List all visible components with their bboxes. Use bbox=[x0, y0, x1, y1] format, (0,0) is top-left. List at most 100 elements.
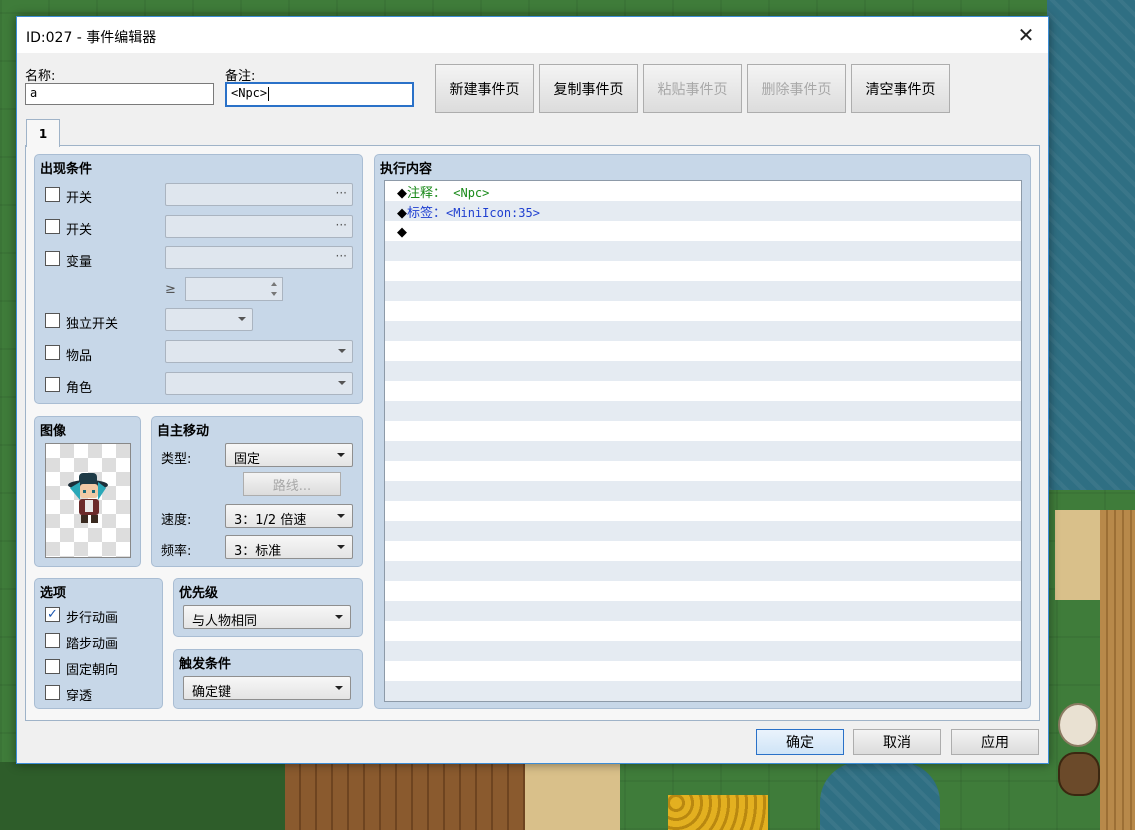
diamond-icon: ◆ bbox=[397, 225, 407, 240]
stepping-anim-checkbox[interactable] bbox=[45, 633, 60, 648]
movement-group: 自主移动 类型: 固定 路线... 速度: 3：1/2 倍速 频率: 3：标准 bbox=[151, 416, 363, 567]
priority-value: 与人物相同 bbox=[192, 614, 258, 629]
variable-checkbox[interactable] bbox=[45, 251, 60, 266]
check-icon: ✓ bbox=[47, 607, 58, 622]
stepping-anim-label: 踏步动画 bbox=[66, 637, 119, 652]
diamond-icon: ◆ bbox=[397, 206, 407, 221]
variable-field[interactable]: ··· bbox=[165, 246, 353, 269]
movement-type-label: 类型: bbox=[161, 452, 192, 467]
switch1-checkbox[interactable] bbox=[45, 187, 60, 202]
trigger-select[interactable]: 确定键 bbox=[183, 676, 351, 700]
ok-button[interactable]: 确定 bbox=[756, 729, 844, 755]
route-button[interactable]: 路线... bbox=[243, 472, 341, 496]
options-title: 选项 bbox=[40, 586, 67, 601]
speed-select[interactable]: 3：1/2 倍速 bbox=[225, 504, 353, 528]
priority-select[interactable]: 与人物相同 bbox=[183, 605, 351, 629]
switch2-field[interactable]: ··· bbox=[165, 215, 353, 238]
chevron-down-icon bbox=[338, 381, 346, 385]
paste-page-button[interactable]: 粘贴事件页 bbox=[643, 64, 742, 113]
name-input[interactable]: a bbox=[25, 83, 214, 105]
ge-symbol: ≥ bbox=[165, 282, 176, 297]
contents-title: 执行内容 bbox=[380, 162, 433, 177]
command-list[interactable]: ◆注释： <Npc> ◆标签：<MiniIcon:35> ◆ bbox=[384, 180, 1022, 702]
chevron-down-icon bbox=[337, 453, 345, 457]
options-group: 选项 ✓ 步行动画 踏步动画 固定朝向 穿透 bbox=[34, 578, 163, 709]
trigger-value: 确定键 bbox=[192, 685, 232, 700]
actor-checkbox[interactable] bbox=[45, 377, 60, 392]
ellipsis-icon: ··· bbox=[335, 249, 347, 263]
actor-label: 角色 bbox=[66, 381, 93, 396]
frequency-label: 频率: bbox=[161, 544, 192, 559]
actor-select[interactable] bbox=[165, 372, 353, 395]
ellipsis-icon: ··· bbox=[335, 186, 347, 200]
list-item[interactable]: ◆注释： <Npc> bbox=[397, 183, 489, 203]
chevron-down-icon bbox=[337, 545, 345, 549]
tab-page-1[interactable]: 1 bbox=[26, 119, 60, 147]
chevron-down-icon bbox=[338, 349, 346, 353]
movement-title: 自主移动 bbox=[157, 424, 210, 439]
diamond-icon: ◆ bbox=[397, 186, 407, 201]
command-name: 注释： bbox=[407, 186, 447, 201]
movement-type-select[interactable]: 固定 bbox=[225, 443, 353, 467]
window-title: ID:027 - 事件编辑器 bbox=[26, 30, 157, 46]
note-input[interactable]: <Npc> bbox=[225, 82, 414, 107]
map-sand bbox=[1055, 510, 1105, 600]
list-item[interactable]: ◆ bbox=[397, 222, 407, 242]
command-value: <Npc> bbox=[446, 186, 490, 200]
note-value: <Npc> bbox=[231, 86, 268, 100]
chevron-down-icon bbox=[238, 317, 246, 321]
direction-fix-label: 固定朝向 bbox=[66, 663, 119, 678]
map-hay bbox=[668, 795, 768, 830]
item-checkbox[interactable] bbox=[45, 345, 60, 360]
switch1-field[interactable]: ··· bbox=[165, 183, 353, 206]
through-checkbox[interactable] bbox=[45, 685, 60, 700]
conditions-title: 出现条件 bbox=[40, 162, 93, 177]
item-select[interactable] bbox=[165, 340, 353, 363]
image-group: 图像 bbox=[34, 416, 141, 567]
chevron-down-icon bbox=[335, 615, 343, 619]
walking-anim-checkbox[interactable]: ✓ bbox=[45, 607, 60, 622]
switch2-checkbox[interactable] bbox=[45, 219, 60, 234]
chevron-down-icon bbox=[337, 514, 345, 518]
command-name: 标签： bbox=[407, 206, 447, 221]
cancel-button[interactable]: 取消 bbox=[853, 729, 941, 755]
name-label: 名称: bbox=[25, 69, 56, 84]
apply-button[interactable]: 应用 bbox=[951, 729, 1039, 755]
frequency-value: 3：标准 bbox=[234, 544, 282, 559]
map-dark bbox=[0, 762, 285, 830]
text-caret bbox=[268, 86, 270, 101]
priority-title: 优先级 bbox=[179, 586, 219, 601]
close-icon: ✕ bbox=[1017, 23, 1035, 47]
self-switch-select[interactable] bbox=[165, 308, 253, 331]
speed-value: 3：1/2 倍速 bbox=[234, 513, 307, 528]
delete-page-button[interactable]: 删除事件页 bbox=[747, 64, 846, 113]
self-switch-label: 独立开关 bbox=[66, 317, 119, 332]
switch2-label: 开关 bbox=[66, 223, 93, 238]
map-water-bottom bbox=[820, 762, 940, 830]
movement-type-value: 固定 bbox=[234, 452, 261, 467]
priority-group: 优先级 与人物相同 bbox=[173, 578, 363, 637]
self-switch-checkbox[interactable] bbox=[45, 313, 60, 328]
direction-fix-checkbox[interactable] bbox=[45, 659, 60, 674]
event-image-preview[interactable] bbox=[45, 443, 131, 558]
list-item[interactable]: ◆标签：<MiniIcon:35> bbox=[397, 203, 540, 223]
variable-label: 变量 bbox=[66, 255, 93, 270]
map-roof bbox=[1100, 510, 1135, 830]
variable-value-spinner[interactable] bbox=[185, 277, 283, 301]
item-label: 物品 bbox=[66, 349, 93, 364]
copy-page-button[interactable]: 复制事件页 bbox=[539, 64, 638, 113]
page-panel: 出现条件 开关 ··· 开关 ··· 变量 ··· ≥ 独立开关 物品 角色 图… bbox=[25, 145, 1040, 721]
trigger-title: 触发条件 bbox=[179, 657, 232, 672]
spin-up-icon[interactable] bbox=[271, 282, 277, 286]
command-value: <MiniIcon:35> bbox=[446, 206, 540, 220]
spin-down-icon[interactable] bbox=[271, 292, 277, 296]
walking-anim-label: 步行动画 bbox=[66, 611, 119, 626]
clear-page-button[interactable]: 清空事件页 bbox=[851, 64, 950, 113]
frequency-select[interactable]: 3：标准 bbox=[225, 535, 353, 559]
image-title: 图像 bbox=[40, 424, 67, 439]
new-page-button[interactable]: 新建事件页 bbox=[435, 64, 534, 113]
through-label: 穿透 bbox=[66, 689, 93, 704]
switch1-label: 开关 bbox=[66, 191, 93, 206]
close-button[interactable]: ✕ bbox=[1004, 17, 1048, 53]
ellipsis-icon: ··· bbox=[335, 218, 347, 232]
